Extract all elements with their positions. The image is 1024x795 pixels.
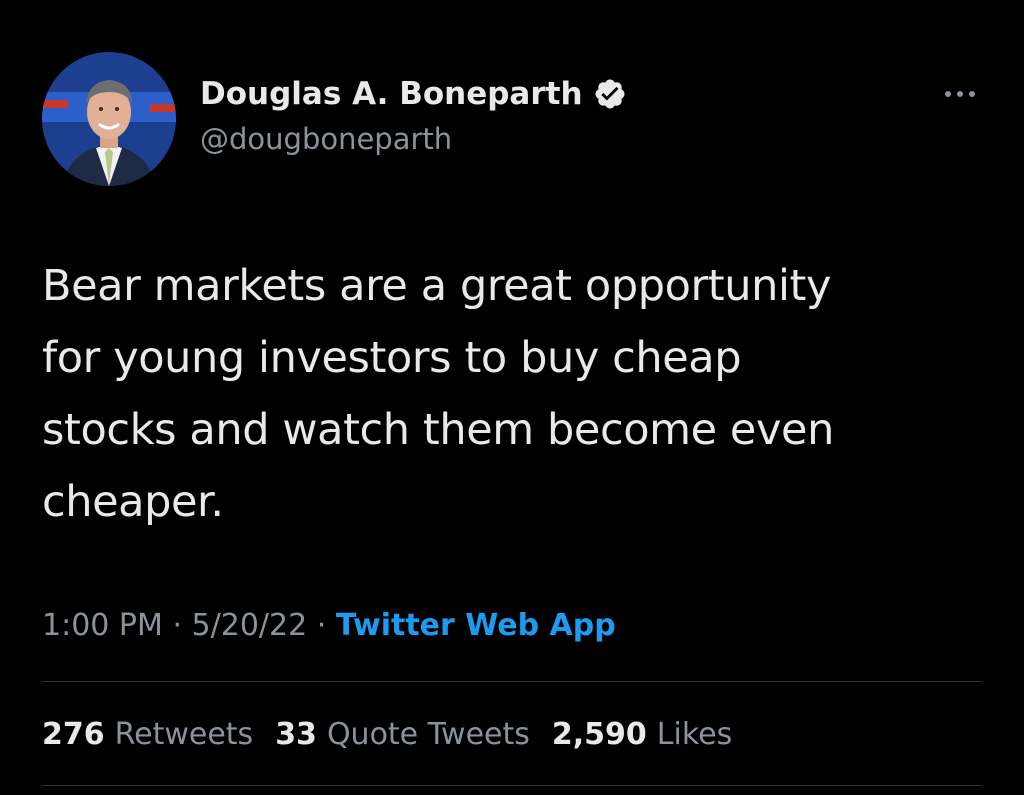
retweets-stat[interactable]: 276 Retweets (42, 713, 253, 757)
meta-separator: · (172, 608, 182, 643)
avatar-photo (42, 52, 176, 186)
likes-count: 2,590 (551, 717, 647, 752)
tweet-meta: 1:00 PM · 5/20/22 · Twitter Web App (42, 604, 616, 648)
tweet-text: Bear markets are a great opportunity for… (42, 261, 834, 527)
meta-separator: · (316, 608, 327, 643)
tweet-source-link[interactable]: Twitter Web App (336, 608, 616, 643)
retweets-count: 276 (42, 717, 105, 752)
more-options-icon[interactable] (940, 82, 980, 106)
likes-stat[interactable]: 2,590 Likes (552, 713, 732, 757)
author-avatar[interactable] (42, 52, 176, 186)
likes-label: Likes (656, 717, 733, 752)
quote-tweets-count: 33 (275, 717, 317, 752)
tweet: Douglas A. Boneparth @dougboneparth Bear… (0, 0, 1024, 795)
divider (42, 681, 982, 682)
tweet-date[interactable]: 5/20/22 (192, 608, 308, 643)
divider (42, 785, 982, 786)
tweet-time[interactable]: 1:00 PM (42, 608, 163, 643)
quote-tweets-stat[interactable]: 33 Quote Tweets (275, 713, 530, 757)
quote-tweets-label: Quote Tweets (326, 717, 530, 752)
tweet-stats: 276 Retweets 33 Quote Tweets 2,590 Likes (42, 713, 754, 757)
author-display-name[interactable]: Douglas A. Boneparth (200, 76, 583, 112)
verified-badge-icon (593, 77, 627, 111)
retweets-label: Retweets (114, 717, 254, 752)
author-info: Douglas A. Boneparth @dougboneparth (200, 72, 627, 156)
author-handle[interactable]: @dougboneparth (200, 122, 627, 156)
author-name-row: Douglas A. Boneparth (200, 72, 627, 116)
